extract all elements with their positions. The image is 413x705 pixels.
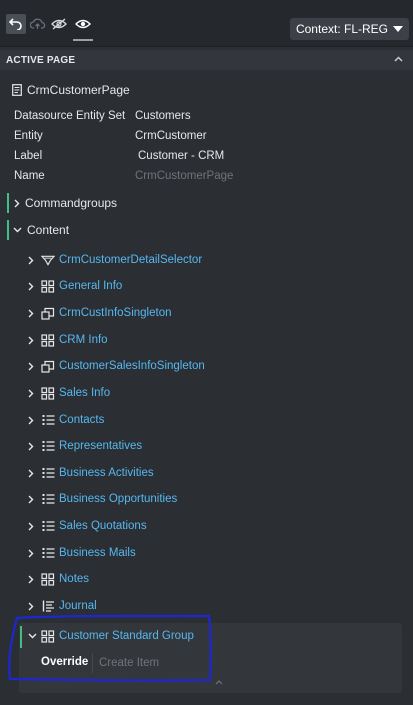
chevron-right-icon[interactable] <box>28 416 36 425</box>
undo-icon <box>9 18 23 30</box>
tree-item-label: CustomerSalesInfoSingleton <box>59 360 205 372</box>
tree-item[interactable]: Sales Info <box>28 384 110 402</box>
caret-down-icon <box>393 26 403 32</box>
active-page-header[interactable]: ACTIVE PAGE <box>0 50 413 70</box>
tree-item[interactable]: Notes <box>28 570 89 588</box>
chevron-right-icon[interactable] <box>28 522 36 531</box>
tree-item[interactable]: Contacts <box>28 411 104 429</box>
cloud-upload-icon <box>30 18 46 30</box>
tree-item[interactable]: CustomerSalesInfoSingleton <box>28 357 205 375</box>
property-key: Entity <box>14 130 43 142</box>
tree-item-label: General Info <box>59 280 123 292</box>
chevron-right-icon[interactable] <box>28 469 36 478</box>
tree-item[interactable]: General Info <box>28 277 122 295</box>
tree-item[interactable]: CrmCustInfoSingleton <box>28 304 172 322</box>
chevron-right-icon[interactable] <box>28 309 36 318</box>
chevron-right-icon[interactable] <box>28 442 36 451</box>
tree-item-label: CrmCustomerDetailSelector <box>59 254 203 266</box>
property-value[interactable]: Customers <box>135 110 191 122</box>
tree-item-label: Representatives <box>59 440 143 452</box>
tree-item-label: Journal <box>59 600 97 612</box>
tree-node-label: Commandgroups <box>25 196 118 210</box>
chevron-right-icon[interactable] <box>28 256 36 265</box>
tree-item[interactable]: Business Opportunities <box>28 490 177 508</box>
tree-item-label: Sales Quotations <box>59 520 147 532</box>
chevron-right-icon[interactable] <box>28 336 36 345</box>
page-title: CrmCustomerPage <box>27 83 130 97</box>
group-accent <box>7 220 9 240</box>
tree-item[interactable]: Representatives <box>28 437 142 455</box>
chevron-down-icon[interactable] <box>13 227 22 233</box>
property-key: Label <box>14 150 43 162</box>
group-icon <box>41 279 55 293</box>
tree-item-label: CrmCustInfoSingleton <box>59 307 172 319</box>
property-value[interactable]: Customer - CRM <box>138 150 224 162</box>
chevron-right-icon[interactable] <box>28 389 36 398</box>
tree-item-label: Business Activities <box>59 467 154 479</box>
chevron-up-icon[interactable] <box>394 56 403 62</box>
singleton-icon <box>41 359 55 373</box>
active-toggle-indicator <box>73 39 93 41</box>
list-icon <box>41 519 55 533</box>
section-title: ACTIVE PAGE <box>6 54 76 66</box>
hide-button[interactable] <box>49 14 69 34</box>
group-icon <box>41 386 55 400</box>
group-icon <box>41 572 55 586</box>
eye-icon <box>75 18 91 30</box>
publish-button[interactable] <box>28 14 48 34</box>
tree-item-label: Business Mails <box>59 547 136 559</box>
page-icon <box>12 84 22 96</box>
property-key: Name <box>14 170 45 182</box>
list-icon <box>41 439 55 453</box>
show-button[interactable] <box>73 14 93 34</box>
list-icon <box>41 466 55 480</box>
tree-item[interactable]: Sales Quotations <box>28 517 147 535</box>
context-dropdown[interactable]: Context: FL-REG <box>289 18 409 40</box>
list-icon <box>41 492 55 506</box>
chevron-right-icon[interactable] <box>28 282 36 291</box>
tree-item[interactable]: CrmCustomerDetailSelector <box>28 251 202 269</box>
page-title-row[interactable]: CrmCustomerPage <box>12 83 130 97</box>
list-icon <box>41 546 55 560</box>
tree-node-content[interactable]: Content <box>13 223 69 237</box>
group-accent <box>7 193 9 213</box>
tree-node-label: Content <box>27 223 70 237</box>
tree-item-label: Notes <box>59 573 90 585</box>
selector-icon <box>41 253 55 267</box>
property-value[interactable]: CrmCustomerPage <box>135 170 233 182</box>
tree-item-label: Sales Info <box>59 387 111 399</box>
context-label: Context: FL-REG <box>295 22 388 36</box>
tree-item-label: CRM Info <box>59 334 108 346</box>
chevron-up-icon[interactable] <box>215 680 223 685</box>
chevron-right-icon[interactable] <box>28 549 36 558</box>
chevron-right-icon[interactable] <box>28 495 36 504</box>
chevron-right-icon[interactable] <box>28 362 36 371</box>
timeline-icon <box>41 599 55 613</box>
chevron-right-icon[interactable] <box>28 575 36 584</box>
chevron-right-icon[interactable] <box>14 199 20 208</box>
chevron-right-icon[interactable] <box>28 602 36 611</box>
eye-off-icon <box>51 18 67 30</box>
tree-item-label: Business Opportunities <box>59 493 178 505</box>
tree-item[interactable]: CRM Info <box>28 331 108 349</box>
list-icon <box>41 413 55 427</box>
undo-button[interactable] <box>6 14 26 34</box>
group-icon <box>41 333 55 347</box>
tree-item-label: Contacts <box>59 414 105 426</box>
property-key: Datasource Entity Set <box>14 110 126 122</box>
annotation-highlight <box>5 613 213 683</box>
toolbar: Context: FL-REG <box>0 0 413 47</box>
property-value[interactable]: CrmCustomer <box>135 130 207 142</box>
tree-item[interactable]: Business Activities <box>28 464 154 482</box>
tree-node-commandgroups[interactable]: Commandgroups <box>14 196 117 210</box>
tree-item[interactable]: Business Mails <box>28 544 136 562</box>
singleton-icon <box>41 306 55 320</box>
